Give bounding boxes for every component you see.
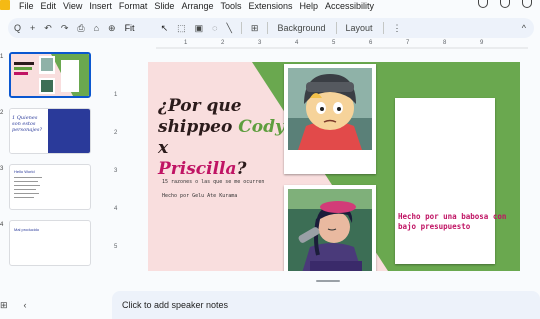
paint-format-icon[interactable]: ⌂ bbox=[94, 23, 99, 33]
slide-byline[interactable]: Hecho por Gelu Ate Kurama bbox=[162, 193, 237, 199]
thumb-title: Mal producido bbox=[14, 227, 40, 232]
menu-insert[interactable]: Insert bbox=[89, 1, 112, 11]
menubar: File Edit View Insert Format Slide Arran… bbox=[0, 0, 540, 14]
notes-resize-handle[interactable] bbox=[316, 280, 340, 282]
title-priscilla: Priscilla bbox=[158, 159, 237, 179]
image-icon[interactable]: ▣ bbox=[195, 23, 204, 34]
slide-subtitle[interactable]: 15 razones o las que se me ocurren bbox=[162, 179, 264, 185]
menu-view[interactable]: View bbox=[63, 1, 82, 11]
menu-items: File Edit View Insert Format Slide Arran… bbox=[19, 1, 381, 11]
polaroid-cody[interactable] bbox=[284, 64, 376, 174]
ruler-label: 5 bbox=[332, 40, 336, 46]
thumb-panel bbox=[48, 109, 90, 153]
toolbar-divider bbox=[382, 22, 384, 34]
thumb-title: Hello World bbox=[14, 169, 35, 174]
history-icon[interactable] bbox=[478, 0, 488, 8]
ruler-label: 8 bbox=[443, 40, 447, 46]
menu-slide[interactable]: Slide bbox=[154, 1, 174, 11]
slide-thumbnail-2[interactable]: 1 Quienes son estos personajes? bbox=[9, 108, 91, 154]
comments-icon[interactable] bbox=[500, 0, 510, 8]
toolbar-divider bbox=[240, 22, 242, 34]
thumb-title: 1 Quienes son estos personajes? bbox=[10, 109, 46, 153]
priscilla-image bbox=[288, 189, 372, 271]
slides-logo[interactable] bbox=[0, 0, 10, 10]
comment-icon[interactable]: ⊞ bbox=[251, 23, 259, 34]
ruler-label: 5 bbox=[114, 244, 118, 250]
slide-thumbnail-3[interactable]: Hello World bbox=[9, 164, 91, 210]
menu-help[interactable]: Help bbox=[300, 1, 319, 11]
thumb-number: 2 bbox=[0, 110, 4, 116]
shape-icon[interactable]: ◌ bbox=[212, 23, 217, 33]
background-button[interactable]: Background bbox=[277, 23, 325, 33]
title-x: x bbox=[158, 138, 169, 158]
ruler-label: 2 bbox=[114, 130, 118, 136]
ruler-labels: 1 2 3 4 5 6 7 8 9 bbox=[148, 40, 520, 50]
collapse-icon[interactable]: ^ bbox=[522, 23, 526, 33]
filmstrip: 1 2 1 Quienes son estos personajes? 3 He… bbox=[0, 48, 100, 288]
present-icon[interactable] bbox=[522, 0, 532, 8]
slide-title[interactable]: ¿Por que shippeo Cody x Priscilla? bbox=[158, 96, 288, 180]
ruler-label: 7 bbox=[406, 40, 410, 46]
toolbar-divider bbox=[335, 22, 337, 34]
speaker-notes[interactable]: Click to add speaker notes bbox=[112, 291, 540, 319]
collapse-filmstrip-icon[interactable]: ‹ bbox=[24, 300, 27, 311]
menu-accessibility[interactable]: Accessibility bbox=[325, 1, 374, 11]
menu-arrange[interactable]: Arrange bbox=[181, 1, 213, 11]
ruler-left-labels: 1 2 3 4 5 bbox=[114, 62, 122, 271]
ruler-label: 4 bbox=[114, 206, 118, 212]
ruler-label: 6 bbox=[369, 40, 373, 46]
undo-icon[interactable]: ↶ bbox=[44, 23, 52, 34]
ruler-label: 3 bbox=[114, 168, 118, 174]
thumb-number: 1 bbox=[0, 54, 4, 60]
ruler-label: 9 bbox=[480, 40, 484, 46]
slide-caption[interactable]: Hecho por una babosa con bajo presupuest… bbox=[398, 212, 508, 232]
cody-image bbox=[288, 68, 372, 150]
title-cody: Cody bbox=[238, 117, 285, 137]
more-icon[interactable]: ⋮ bbox=[393, 23, 402, 34]
zoom-select[interactable]: Fit bbox=[125, 23, 135, 33]
menu-file[interactable]: File bbox=[19, 1, 34, 11]
ruler-label: 3 bbox=[258, 40, 262, 46]
layout-button[interactable]: Layout bbox=[346, 23, 373, 33]
menu-tools[interactable]: Tools bbox=[220, 1, 241, 11]
polaroid-priscilla[interactable] bbox=[284, 185, 376, 271]
menu-extensions[interactable]: Extensions bbox=[248, 1, 292, 11]
current-slide[interactable]: ¿Por que shippeo Cody x Priscilla? 15 ra… bbox=[148, 62, 520, 271]
line-icon[interactable]: ╲ bbox=[227, 23, 232, 34]
thumb-number: 4 bbox=[0, 222, 4, 228]
slide-thumbnail-1[interactable] bbox=[9, 52, 91, 98]
top-right-icons bbox=[478, 0, 532, 8]
ruler-label: 2 bbox=[221, 40, 225, 46]
title-line-1: ¿Por que bbox=[158, 96, 242, 116]
toolbar: Q + ↶ ↷ ⎙ ⌂ ⊕ Fit ↖ ⬚ ▣ ◌ ╲ ⊞ Background… bbox=[8, 18, 534, 38]
redo-icon[interactable]: ↷ bbox=[61, 23, 69, 34]
grid-view-icon[interactable]: ⊞ bbox=[0, 300, 8, 311]
polaroid-blank[interactable] bbox=[395, 98, 495, 264]
zoom-icon[interactable]: ⊕ bbox=[108, 23, 116, 34]
select-tool-icon[interactable]: ↖ bbox=[161, 23, 169, 34]
title-question-mark: ? bbox=[236, 159, 247, 179]
new-slide-button[interactable]: + bbox=[30, 23, 35, 33]
print-icon[interactable]: ⎙ bbox=[77, 23, 84, 34]
bottom-left-controls: ⊞ ‹ bbox=[0, 300, 27, 311]
search-menus-icon[interactable]: Q bbox=[14, 23, 21, 33]
ruler-label: 1 bbox=[184, 40, 188, 46]
slide-thumbnail-4[interactable]: Mal producido bbox=[9, 220, 91, 266]
thumb-preview-1 bbox=[11, 54, 89, 96]
menu-format[interactable]: Format bbox=[119, 1, 148, 11]
title-shippeo: shippeo bbox=[158, 117, 233, 137]
ruler-label: 4 bbox=[295, 40, 299, 46]
textbox-icon[interactable]: ⬚ bbox=[177, 23, 186, 34]
toolbar-divider bbox=[267, 22, 269, 34]
menu-edit[interactable]: Edit bbox=[41, 1, 57, 11]
thumb-lines bbox=[14, 177, 42, 198]
thumb-number: 3 bbox=[0, 166, 4, 172]
ruler-label: 1 bbox=[114, 92, 118, 98]
